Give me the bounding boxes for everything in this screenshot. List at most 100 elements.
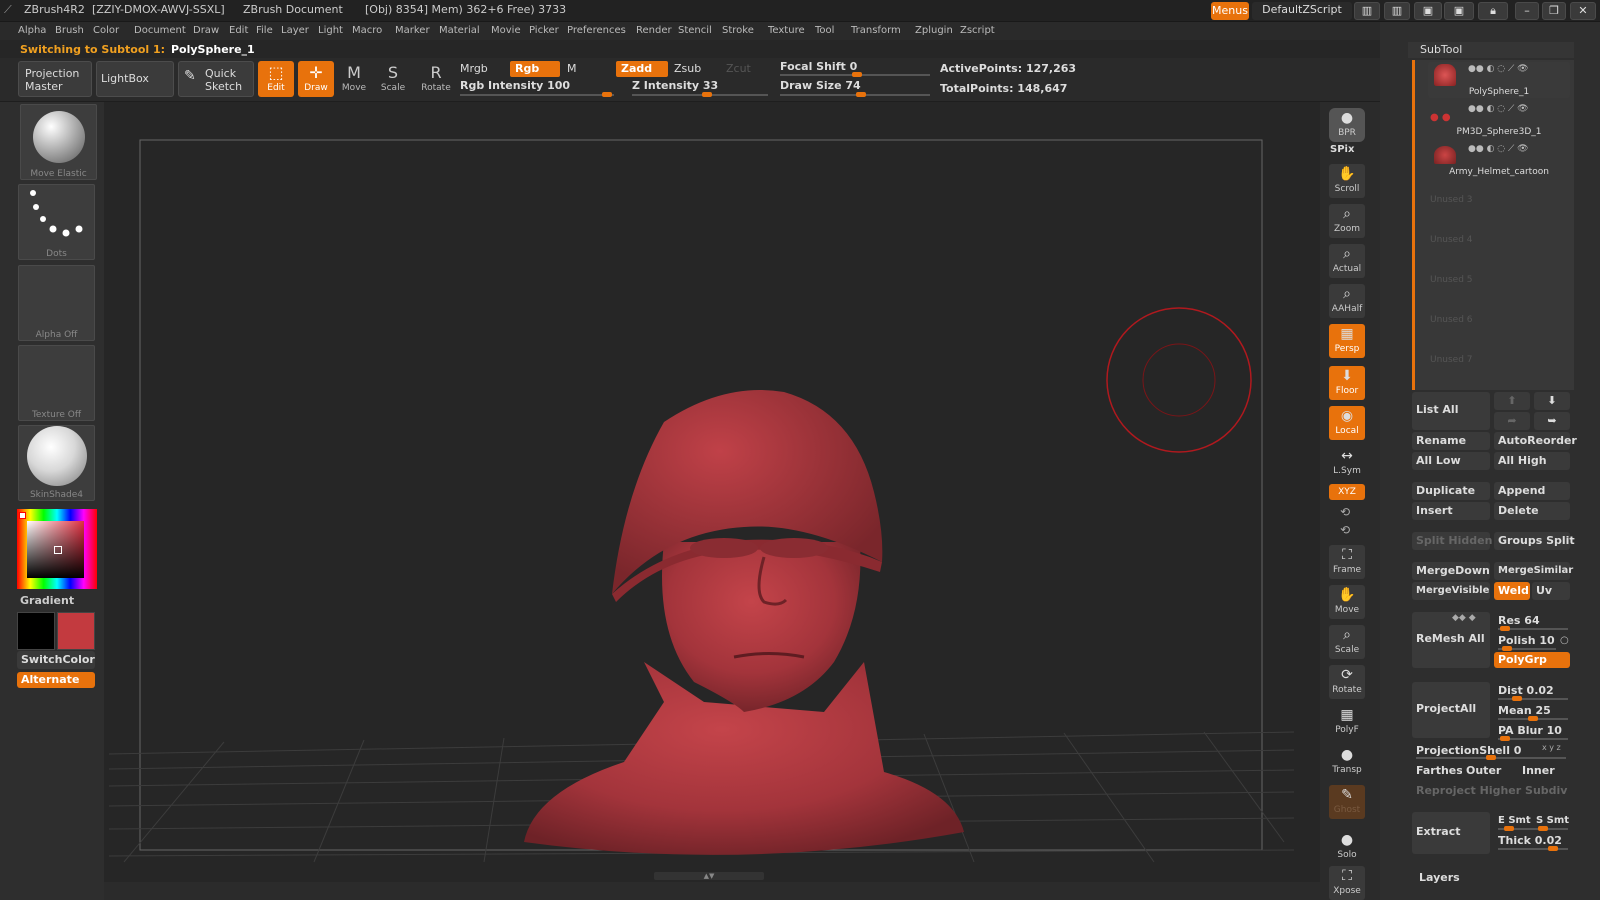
subtool-item-sphere3d[interactable]: ● ● ●● ◐ ◌ ⟋ 👁︎ PM3D_Sphere3D_1 <box>1428 102 1570 138</box>
polygrp-toggle[interactable]: PolyGrp <box>1494 652 1570 668</box>
thick-slider[interactable] <box>1498 846 1568 851</box>
append-button[interactable]: Append <box>1494 482 1570 500</box>
floor-button[interactable]: ⬇ Floor <box>1329 366 1365 400</box>
subtool-toggle-icons[interactable]: ●● ◐ ◌ ⟋ 👁︎ <box>1468 144 1529 154</box>
focal-shift-slider[interactable] <box>780 72 930 77</box>
menu-material[interactable]: Material <box>439 25 480 36</box>
scale-button[interactable]: S Scale <box>375 61 411 97</box>
layers-section-title[interactable]: Layers <box>1419 871 1460 884</box>
move-view-button[interactable]: ✋ Move <box>1329 585 1365 619</box>
draw-size-knob[interactable] <box>856 92 866 97</box>
material-selector[interactable]: SkinShade4 <box>18 425 95 501</box>
s-smt-knob[interactable] <box>1538 826 1548 831</box>
color-picker[interactable] <box>17 509 97 589</box>
menu-light[interactable]: Light <box>318 25 343 36</box>
rgb-intensity-knob[interactable] <box>602 92 612 97</box>
subtool-unused-3[interactable]: Unused 3 <box>1430 195 1473 205</box>
move-button[interactable]: M Move <box>336 61 372 97</box>
layout-1-icon[interactable]: ▥ <box>1354 2 1380 20</box>
subtool-unused-6[interactable]: Unused 6 <box>1430 315 1473 325</box>
menu-draw[interactable]: Draw <box>193 25 219 36</box>
subtool-item-polysphere[interactable]: ●● ◐ ◌ ⟋ 👁︎ PolySphere_1 <box>1428 62 1570 98</box>
menu-transform[interactable]: Transform <box>851 25 901 36</box>
brush-selector[interactable]: Move Elastic <box>20 104 97 180</box>
xyz-button[interactable]: XYZ <box>1329 484 1365 500</box>
menu-stroke[interactable]: Stroke <box>722 25 754 36</box>
actual-button[interactable]: ⌕ Actual <box>1329 244 1365 278</box>
rotate-button[interactable]: R Rotate <box>418 61 454 97</box>
farthest-toggle[interactable]: Farthest <box>1412 762 1462 780</box>
menu-render[interactable]: Render <box>636 25 672 36</box>
insert-button[interactable]: Insert <box>1412 502 1490 520</box>
menu-stencil[interactable]: Stencil <box>678 25 712 36</box>
draw-size-slider[interactable] <box>780 92 930 97</box>
polish-slider[interactable] <box>1498 646 1556 651</box>
z-intensity-knob[interactable] <box>702 92 712 97</box>
projection-shell-knob[interactable] <box>1486 755 1496 760</box>
scale-view-button[interactable]: ⌕ Scale <box>1329 625 1365 659</box>
subtool-title[interactable]: SubTool <box>1408 42 1574 58</box>
xyz-axis-icon[interactable]: x y z <box>1542 743 1561 752</box>
all-low-button[interactable]: All Low <box>1412 452 1490 470</box>
lock-icon[interactable]: 🔒︎ <box>1478 2 1508 20</box>
spix-label[interactable]: SPix <box>1330 144 1354 155</box>
lsym-button[interactable]: ↔ L.Sym <box>1329 446 1365 480</box>
list-all-button[interactable]: List All <box>1412 392 1490 430</box>
subtool-item-helmet[interactable]: ●● ◐ ◌ ⟋ 👁︎ Army_Helmet_cartoon <box>1428 142 1570 178</box>
subtool-toggle-icons[interactable]: ●● ◐ ◌ ⟋ 👁︎ <box>1468 104 1529 114</box>
m-toggle[interactable]: M <box>567 62 577 75</box>
menu-preferences[interactable]: Preferences <box>567 25 626 36</box>
weld-toggle[interactable]: Weld <box>1494 582 1530 600</box>
rename-button[interactable]: Rename <box>1412 432 1490 450</box>
subtool-unused-7[interactable]: Unused 7 <box>1430 355 1473 365</box>
menu-file[interactable]: File <box>256 25 273 36</box>
zcut-toggle[interactable]: Zcut <box>726 62 751 75</box>
menu-marker[interactable]: Marker <box>395 25 430 36</box>
smt-slider[interactable] <box>1498 826 1568 831</box>
duplicate-button[interactable]: Duplicate <box>1412 482 1490 500</box>
secondary-color-swatch[interactable] <box>17 612 55 650</box>
bottom-tray-handle[interactable]: ▲▼ <box>654 872 764 880</box>
mergevisible-button[interactable]: MergeVisible <box>1412 582 1490 600</box>
quick-sketch-button[interactable]: ✎ Quick Sketch <box>178 61 254 97</box>
xpose-button[interactable]: ⛶ Xpose <box>1329 866 1365 900</box>
menu-brush[interactable]: Brush <box>55 25 84 36</box>
inner-toggle[interactable]: Inner <box>1518 762 1570 780</box>
move-up-far-icon[interactable]: ➦ <box>1494 412 1530 430</box>
menus-button[interactable]: Menus <box>1211 2 1249 20</box>
maximize-icon[interactable]: ❐ <box>1542 2 1566 20</box>
dist-knob[interactable] <box>1512 696 1522 701</box>
persp-button[interactable]: ▦ Persp <box>1329 324 1365 358</box>
mergesimilar-button[interactable]: MergeSimilar <box>1494 562 1573 580</box>
stroke-selector[interactable]: Dots <box>18 184 95 260</box>
main-color-swatch[interactable] <box>57 612 95 650</box>
polyf-button[interactable]: ▦ PolyF <box>1329 705 1365 739</box>
edit-button[interactable]: ⬚ Edit <box>258 61 294 97</box>
mergedown-button[interactable]: MergeDown <box>1412 562 1490 580</box>
menu-zplugin[interactable]: Zplugin <box>915 25 953 36</box>
rgb-intensity-slider[interactable] <box>460 92 614 97</box>
polish-circle-icon[interactable]: ○ <box>1560 635 1569 646</box>
menu-color[interactable]: Color <box>93 25 119 36</box>
close-icon[interactable]: ✕ <box>1570 2 1596 20</box>
dist-slider[interactable] <box>1498 696 1568 701</box>
rotate-z-icon[interactable]: ⟲ <box>1340 523 1350 537</box>
e-smt-knob[interactable] <box>1504 826 1514 831</box>
groups-split-button[interactable]: Groups Split <box>1494 532 1575 550</box>
delete-button[interactable]: Delete <box>1494 502 1570 520</box>
menu-zscript[interactable]: Zscript <box>960 25 995 36</box>
menu-movie[interactable]: Movie <box>491 25 521 36</box>
menu-macro[interactable]: Macro <box>352 25 382 36</box>
lightbox-button[interactable]: LightBox <box>96 61 174 97</box>
projection-master-button[interactable]: Projection Master <box>18 61 92 97</box>
default-zscript-button[interactable]: DefaultZScript <box>1252 2 1352 20</box>
layout-2-icon[interactable]: ▥ <box>1384 2 1410 20</box>
minimize-icon[interactable]: – <box>1515 2 1539 20</box>
ghost-button[interactable]: ✎ Ghost <box>1329 785 1365 819</box>
texture-selector[interactable]: Texture Off <box>18 345 95 421</box>
move-down-icon[interactable]: ⬇ <box>1534 392 1570 410</box>
menu-texture[interactable]: Texture <box>768 25 805 36</box>
canvas-drawing[interactable] <box>104 102 1320 882</box>
mean-slider[interactable] <box>1498 716 1568 721</box>
pa-blur-knob[interactable] <box>1500 736 1510 741</box>
